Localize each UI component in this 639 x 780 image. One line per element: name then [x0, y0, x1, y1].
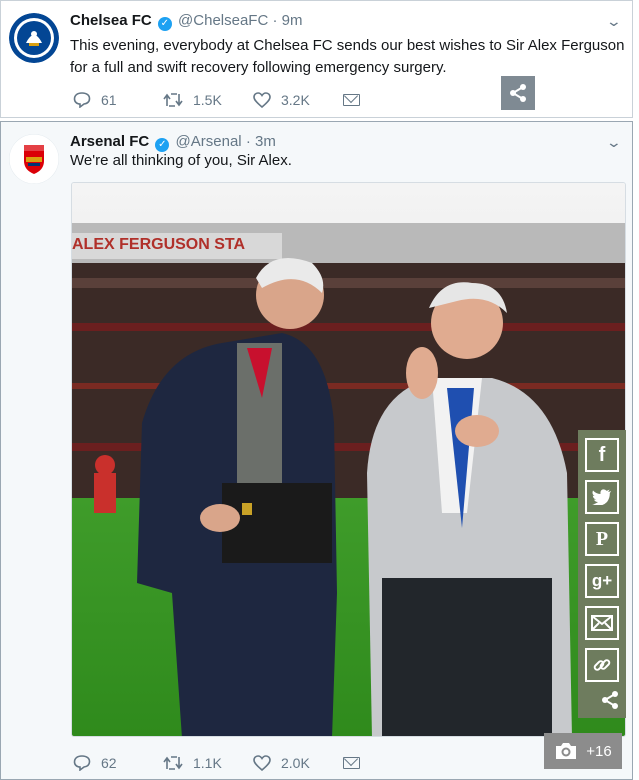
facebook-icon: f: [598, 443, 606, 466]
tweet-header: Chelsea FC ✓ @ChelseaFC · 9m: [70, 12, 303, 31]
share-icon: [510, 84, 526, 102]
retweet-icon: [163, 755, 183, 770]
message-button[interactable]: [343, 93, 360, 106]
like-button[interactable]: 3.2K: [253, 92, 319, 108]
reply-count: 61: [101, 91, 117, 108]
retweet-button[interactable]: 1.5K: [163, 92, 229, 108]
reply-count: 62: [101, 754, 117, 771]
retweet-count: 1.5K: [193, 91, 222, 108]
reply-icon: [73, 92, 91, 108]
twitter-icon: [592, 489, 611, 505]
link-icon: [593, 659, 611, 671]
googleplus-icon: g+: [591, 571, 613, 590]
account-handle[interactable]: @Arsenal: [176, 133, 242, 150]
reply-button[interactable]: 62: [73, 754, 139, 771]
like-button[interactable]: 2.0K: [253, 755, 319, 771]
retweet-count: 1.1K: [193, 754, 222, 771]
chevron-down-icon[interactable]: ⌄: [606, 134, 622, 151]
envelope-icon: [591, 615, 613, 631]
camera-icon: [556, 743, 577, 759]
share-button[interactable]: [501, 76, 535, 110]
message-button[interactable]: [343, 756, 360, 769]
photo-count: +16: [586, 742, 612, 760]
pinterest-icon: P: [595, 527, 609, 550]
photo-gallery-button[interactable]: +16: [544, 733, 622, 769]
account-name[interactable]: Chelsea FC: [70, 12, 152, 29]
separator-dot: ·: [245, 133, 251, 150]
facebook-share-button[interactable]: f: [585, 438, 619, 472]
more-share-button[interactable]: [578, 690, 626, 714]
reply-icon: [73, 755, 91, 771]
tweet-actions: 62 1.1K 2.0K: [73, 754, 384, 771]
tweet-timestamp[interactable]: 9m: [282, 12, 303, 29]
googleplus-share-button[interactable]: g+: [585, 564, 619, 598]
tweet-text: This evening, everybody at Chelsea FC se…: [70, 37, 625, 76]
retweet-button[interactable]: 1.1K: [163, 755, 229, 771]
chelsea-avatar[interactable]: [9, 13, 59, 63]
arsenal-avatar[interactable]: [9, 134, 59, 184]
separator-dot: ·: [272, 12, 278, 29]
photo-of-two-men-on-football-pitch: ALEX FERGUSON STA: [72, 183, 625, 736]
retweet-icon: [163, 92, 183, 107]
twitter-share-button[interactable]: [585, 480, 619, 514]
copy-link-button[interactable]: [585, 648, 619, 682]
tweet-chelsea[interactable]: Chelsea FC ✓ @ChelseaFC · 9m ⌄ This even…: [0, 0, 633, 118]
tweet-text: We're all thinking of you, Sir Alex.: [70, 152, 292, 169]
tweet-photo[interactable]: ALEX FERGUSON STA: [71, 182, 626, 737]
share-icon: [602, 691, 618, 709]
account-name[interactable]: Arsenal FC: [70, 133, 149, 150]
chevron-down-icon[interactable]: ⌄: [606, 13, 622, 30]
reply-button[interactable]: 61: [73, 91, 139, 108]
like-count: 2.0K: [281, 754, 310, 771]
social-share-bar: f P g+: [578, 430, 626, 718]
verified-icon: ✓: [157, 17, 172, 31]
pinterest-share-button[interactable]: P: [585, 522, 619, 556]
tweet-actions: 61 1.5K 3.2K: [73, 91, 384, 108]
account-handle[interactable]: @ChelseaFC: [178, 12, 268, 29]
heart-icon: [253, 91, 271, 108]
like-count: 3.2K: [281, 91, 310, 108]
mail-icon: [343, 93, 360, 106]
stadium-banner-text: ALEX FERGUSON STA: [72, 236, 245, 253]
email-share-button[interactable]: [585, 606, 619, 640]
heart-icon: [253, 754, 271, 771]
mail-icon: [343, 756, 360, 769]
tweet-timestamp[interactable]: 3m: [255, 133, 276, 150]
tweet-arsenal[interactable]: Arsenal FC ✓ @Arsenal · 3m ⌄ We're all t…: [0, 121, 633, 780]
